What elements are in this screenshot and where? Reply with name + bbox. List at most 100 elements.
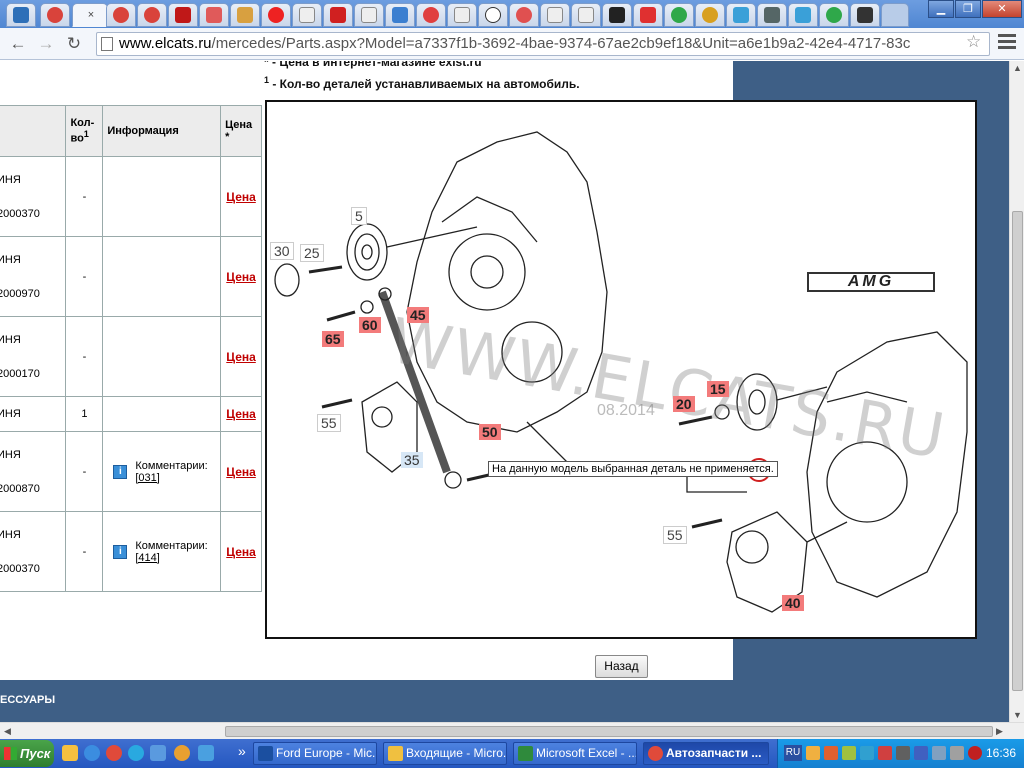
scroll-down-icon[interactable]: ▼: [1013, 710, 1022, 720]
tab-17[interactable]: [540, 3, 570, 27]
diagram-label[interactable]: 50: [479, 424, 501, 440]
tray-icon[interactable]: [914, 746, 928, 760]
restore-icon[interactable]: ❐: [955, 0, 981, 18]
back-button[interactable]: Назад: [595, 655, 648, 678]
tab-8[interactable]: [261, 3, 291, 27]
tab-3[interactable]: [106, 3, 136, 27]
tab-23[interactable]: [726, 3, 756, 27]
header-name: [0, 105, 67, 157]
tab-20[interactable]: [633, 3, 663, 27]
antivirus-icon[interactable]: [968, 746, 982, 760]
tab-16[interactable]: [509, 3, 539, 27]
scroll-right-icon[interactable]: ▶: [996, 726, 1003, 737]
tab-21[interactable]: [664, 3, 694, 27]
info-icon[interactable]: i: [113, 464, 128, 479]
taskbar-item[interactable]: Microsoft Excel - ...: [513, 742, 637, 765]
clock[interactable]: 16:36: [986, 746, 1016, 760]
tab-4[interactable]: [137, 3, 167, 27]
media-icon[interactable]: [174, 745, 190, 761]
chrome-icon[interactable]: [106, 745, 122, 761]
diagram-label[interactable]: 45: [407, 307, 429, 323]
footer-link[interactable]: ЕССУАРЫ: [0, 694, 55, 706]
tab-5[interactable]: [168, 3, 198, 27]
tab-15[interactable]: [478, 3, 508, 27]
tab-2[interactable]: [40, 3, 70, 27]
diagram-label[interactable]: 65: [322, 331, 344, 347]
price-link[interactable]: Цена: [226, 407, 256, 421]
menu-icon[interactable]: [998, 34, 1016, 52]
diagram-label[interactable]: 35: [401, 452, 423, 468]
info-icon[interactable]: i: [113, 544, 128, 559]
diagram-label[interactable]: 25: [300, 244, 324, 262]
horizontal-scrollbar[interactable]: ◀ ▶: [0, 722, 1024, 739]
diagram-label[interactable]: 20: [673, 396, 695, 412]
diagram-label[interactable]: 30: [270, 242, 294, 260]
tab-9[interactable]: [292, 3, 322, 27]
diagram-label[interactable]: 60: [359, 317, 381, 333]
diagram-label[interactable]: 40: [782, 595, 804, 611]
diagram-label[interactable]: 15: [707, 381, 729, 397]
bookmark-star-icon[interactable]: ☆: [966, 32, 981, 52]
tab-14[interactable]: [447, 3, 477, 27]
reload-icon[interactable]: ↻: [62, 33, 86, 55]
scroll-left-icon[interactable]: ◀: [4, 726, 11, 737]
scroll-thumb[interactable]: [225, 726, 993, 737]
tray-icon[interactable]: [842, 746, 856, 760]
start-button[interactable]: Пуск: [0, 740, 54, 767]
close-window-icon[interactable]: ✕: [982, 0, 1022, 18]
tab-close-icon[interactable]: ×: [88, 9, 94, 21]
taskbar-item[interactable]: Ford Europe - Mic...: [253, 742, 377, 765]
tray-icon[interactable]: [824, 746, 838, 760]
forward-arrow-icon[interactable]: →: [34, 33, 58, 55]
tray-icon[interactable]: [860, 746, 874, 760]
price-cell: Цена: [220, 396, 262, 432]
tab-19[interactable]: [602, 3, 632, 27]
new-tab-button[interactable]: [881, 3, 909, 27]
address-bar[interactable]: www.elcats.ru/mercedes/Parts.aspx?Model=…: [96, 32, 990, 56]
tab-22[interactable]: [695, 3, 725, 27]
diagram-label[interactable]: 5: [351, 207, 367, 225]
ie-icon[interactable]: [84, 745, 100, 761]
tab-active[interactable]: ×: [72, 3, 108, 27]
scroll-thumb[interactable]: [1012, 211, 1023, 691]
more-quicklaunch[interactable]: »: [238, 743, 246, 759]
tab-18[interactable]: [571, 3, 601, 27]
tab-27[interactable]: [850, 3, 880, 27]
tab-1[interactable]: [6, 3, 36, 27]
comment-link[interactable]: [414]: [135, 552, 159, 564]
volume-icon[interactable]: [896, 746, 910, 760]
taskbar-item[interactable]: Входящие - Micro...: [383, 742, 507, 765]
tray-icon[interactable]: [806, 746, 820, 760]
tab-26[interactable]: [819, 3, 849, 27]
network-icon[interactable]: [932, 746, 946, 760]
tab-24[interactable]: [757, 3, 787, 27]
tab-12[interactable]: [385, 3, 415, 27]
quicklaunch-icon[interactable]: [62, 745, 78, 761]
diagram-label[interactable]: 55: [317, 414, 341, 432]
scroll-up-icon[interactable]: ▲: [1013, 63, 1022, 73]
part-code: 2000870: [0, 482, 40, 495]
price-link[interactable]: Цена: [226, 465, 256, 479]
skype-icon[interactable]: [128, 745, 144, 761]
tab-11[interactable]: [354, 3, 384, 27]
price-link[interactable]: Цена: [226, 270, 256, 284]
back-arrow-icon[interactable]: ←: [6, 33, 30, 55]
quicklaunch-icon[interactable]: [150, 745, 166, 761]
tab-6[interactable]: [199, 3, 229, 27]
tab-25[interactable]: [788, 3, 818, 27]
comment-link[interactable]: [031]: [135, 472, 159, 484]
quicklaunch-icon[interactable]: [198, 745, 214, 761]
tray-icon[interactable]: [950, 746, 964, 760]
minimize-icon[interactable]: ▁: [928, 0, 954, 18]
vertical-scrollbar[interactable]: ▲ ▼: [1009, 61, 1024, 722]
language-indicator[interactable]: RU: [784, 745, 802, 761]
tab-10[interactable]: [323, 3, 353, 27]
tab-13[interactable]: [416, 3, 446, 27]
price-link[interactable]: Цена: [226, 190, 256, 204]
taskbar-item[interactable]: Автозапчасти ...: [643, 742, 769, 765]
price-link[interactable]: Цена: [226, 350, 256, 364]
diagram-label[interactable]: 55: [663, 526, 687, 544]
tab-7[interactable]: [230, 3, 260, 27]
tray-icon[interactable]: [878, 746, 892, 760]
price-link[interactable]: Цена: [226, 545, 256, 559]
